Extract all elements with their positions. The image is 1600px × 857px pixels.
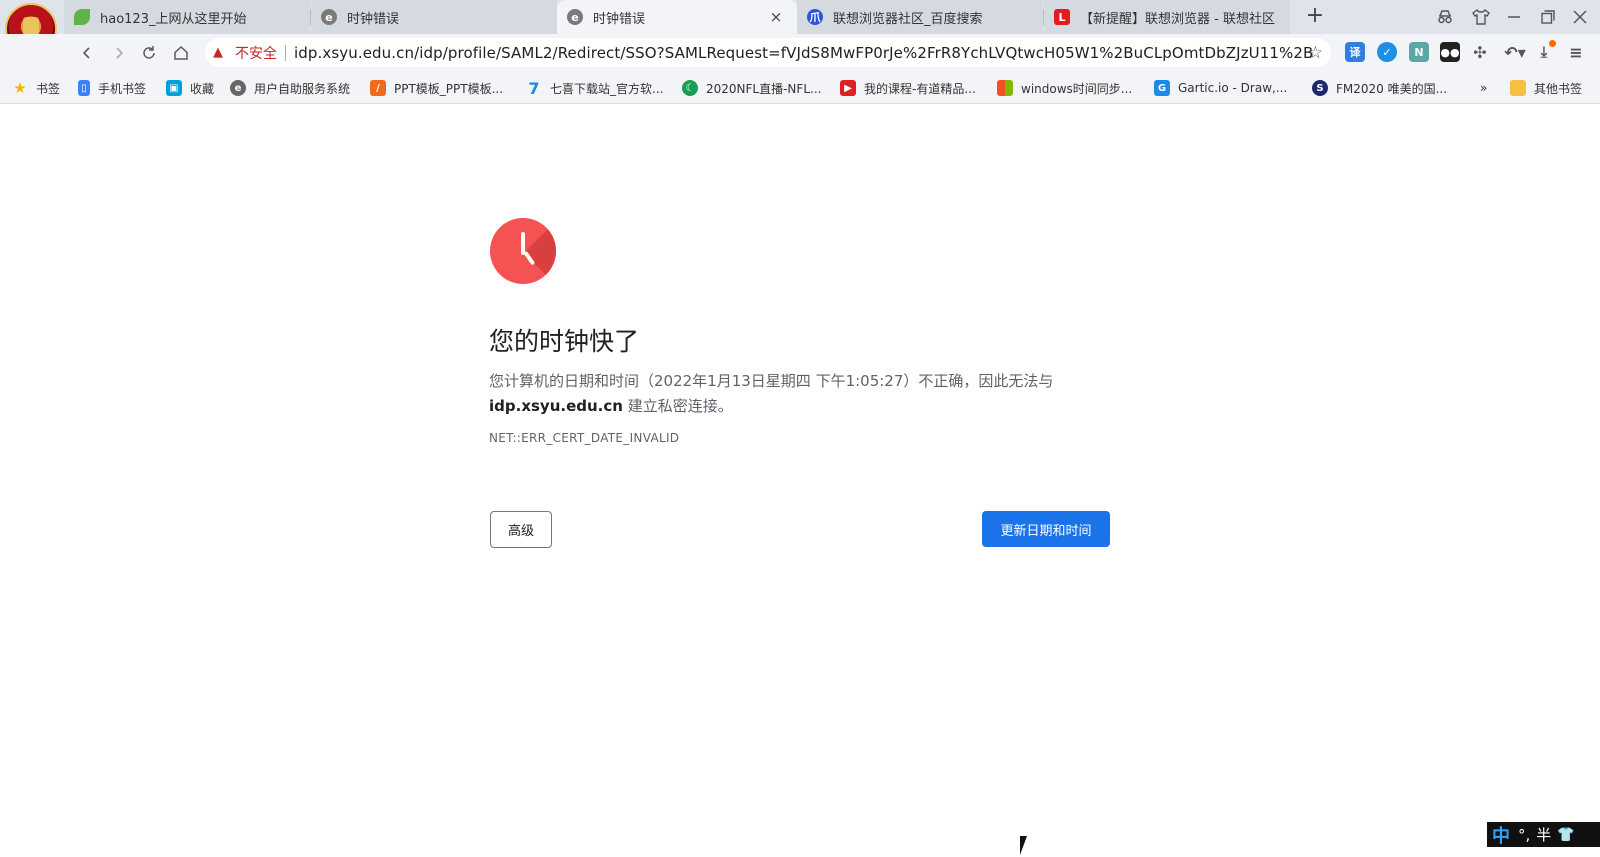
bookmark-label: 书签 <box>36 81 61 96</box>
bookmark-overflow[interactable]: » <box>1480 78 1487 98</box>
advanced-button[interactable]: 高级 <box>490 511 552 548</box>
leaf-icon <box>74 9 90 25</box>
url-text[interactable]: idp.xsyu.edu.cn/idp/profile/SAML2/Redire… <box>294 44 1314 62</box>
clock-hand <box>523 250 536 266</box>
bookmark-label: 七喜下载站_官方软... <box>550 81 664 96</box>
address-bar[interactable]: ▲ 不安全 idp.xsyu.edu.cn/idp/profile/SAML2/… <box>205 38 1331 67</box>
bookmark-item[interactable]: ​ 其他书签 <box>1510 78 1582 98</box>
minimize-icon[interactable] <box>1500 5 1528 29</box>
globe-icon: e <box>321 9 337 25</box>
shirt-icon[interactable]: 👕 <box>1557 827 1574 843</box>
omnibox-divider <box>285 44 286 61</box>
phone-icon: ▯ <box>78 80 90 96</box>
ime-status-bar[interactable]: 中 °, 半 👕 <box>1487 822 1600 847</box>
undo-icon[interactable]: ↶▾ <box>1500 42 1530 62</box>
bookmark-label: 收藏 <box>190 81 215 96</box>
eyes-extension-icon[interactable]: ●● <box>1440 42 1460 62</box>
tab-clock-error-active[interactable]: e 时钟错误 × <box>557 0 797 34</box>
bookmark-label: Gartic.io - Draw,... <box>1178 81 1288 95</box>
error-message-text: 您计算机的日期和时间（2022年1月13日星期四 下午1:05:27）不正确，因… <box>489 372 1054 390</box>
error-message-tail: 建立私密连接。 <box>622 397 733 415</box>
bookmark-item[interactable]: ▶ 我的课程-有道精品... <box>840 78 976 98</box>
seven-icon: 7 <box>528 78 540 98</box>
bookmark-label: windows时间同步... <box>1021 81 1133 96</box>
error-domain: idp.xsyu.edu.cn <box>489 397 623 415</box>
fm-icon: S <box>1312 80 1328 96</box>
tab-title: 时钟错误 <box>347 11 400 27</box>
ppt-icon: / <box>370 80 386 96</box>
tab-title: hao123_上网从这里开始 <box>100 11 247 27</box>
back-icon[interactable] <box>73 39 101 67</box>
skin-icon[interactable] <box>1467 5 1495 29</box>
insecure-label[interactable]: 不安全 <box>235 43 277 63</box>
error-code[interactable]: NET::ERR_CERT_DATE_INVALID <box>489 431 679 445</box>
navigation-toolbar: ▲ 不安全 idp.xsyu.edu.cn/idp/profile/SAML2/… <box>0 34 1600 70</box>
new-tab-button[interactable]: + <box>1303 5 1327 29</box>
nfl-icon: ☾ <box>682 80 698 96</box>
gartic-icon: G <box>1154 80 1170 96</box>
tab-title: 【新提醒】联想浏览器 - 联想社区 <box>1080 11 1275 27</box>
globe-icon: e <box>567 9 583 25</box>
translate-icon[interactable]: 译 <box>1345 42 1365 62</box>
tab-title: 联想浏览器社区_百度搜索 <box>833 11 983 27</box>
close-window-icon[interactable] <box>1566 5 1594 29</box>
n-extension-icon[interactable]: N <box>1409 42 1429 62</box>
close-tab-icon[interactable]: × <box>767 8 785 26</box>
tab-baidu-search[interactable]: 爪 联想浏览器社区_百度搜索 <box>797 0 1043 34</box>
bookmark-label: 其他书签 <box>1534 81 1583 96</box>
error-page: 您的时钟快了 您计算机的日期和时间（2022年1月13日星期四 下午1:05:2… <box>0 104 1600 857</box>
bookmark-item[interactable]: / PPT模板_PPT模板... <box>370 78 503 98</box>
error-heading: 您的时钟快了 <box>489 327 640 356</box>
tab-clock-error-1[interactable]: e 时钟错误 <box>311 0 557 34</box>
ime-width[interactable]: 半 <box>1536 824 1551 845</box>
l-icon: L <box>1054 9 1070 25</box>
bookmark-item[interactable]: ▯ 手机书签 <box>78 78 146 98</box>
tab-title: 时钟错误 <box>593 11 646 27</box>
home-icon[interactable] <box>167 39 195 67</box>
folder-icon: ​ <box>1510 80 1526 96</box>
clock-icon <box>490 218 556 284</box>
bookmark-star-icon[interactable]: ☆ <box>1308 43 1323 63</box>
mouse-cursor <box>1020 836 1027 855</box>
windows-icon <box>997 80 1013 96</box>
forward-icon[interactable] <box>105 39 133 67</box>
incognito-icon[interactable] <box>1431 5 1459 29</box>
menu-icon[interactable]: ≡ <box>1566 42 1586 62</box>
restore-icon[interactable] <box>1534 5 1562 29</box>
more-icon: » <box>1480 81 1488 95</box>
bookmark-label: 2020NFL直播-NFL... <box>706 81 822 96</box>
youdao-icon: ▶ <box>840 80 856 96</box>
tv-icon: ▣ <box>166 80 182 96</box>
bookmark-label: 用户自助服务系统 <box>254 81 351 96</box>
bookmark-item[interactable]: S FM2020 唯美的国... <box>1312 78 1447 98</box>
globe-icon: e <box>230 80 246 96</box>
bookmark-item[interactable]: G Gartic.io - Draw,... <box>1154 78 1287 98</box>
tab-strip: hao123_上网从这里开始 e 时钟错误 e 时钟错误 × 爪 联想浏览器社区… <box>0 0 1600 55</box>
bookmark-item[interactable]: windows时间同步... <box>997 78 1132 98</box>
puzzle-icon[interactable]: ✣ <box>1470 42 1490 62</box>
tab-lenovo-community[interactable]: L 【新提醒】联想浏览器 - 联想社区 <box>1044 0 1290 34</box>
star-icon: ★ <box>13 79 27 97</box>
warning-icon: ▲ <box>213 45 223 60</box>
reload-icon[interactable] <box>135 39 163 67</box>
bookmark-label: 我的课程-有道精品... <box>864 81 976 96</box>
update-datetime-button[interactable]: 更新日期和时间 <box>982 511 1110 547</box>
ime-mode[interactable]: 中 <box>1490 822 1512 848</box>
error-message: 您计算机的日期和时间（2022年1月13日星期四 下午1:05:27）不正确，因… <box>489 369 1079 419</box>
shield-extension-icon[interactable]: ✓ <box>1377 42 1397 62</box>
bookmarks-bar: ★ 书签 ▯ 手机书签 ▣ 收藏 e 用户自助服务系统 / PPT模板_PPT模… <box>0 70 1600 104</box>
bookmark-item[interactable]: ☾ 2020NFL直播-NFL... <box>682 78 821 98</box>
paw-icon: 爪 <box>807 9 823 25</box>
bookmark-item[interactable]: ▣ 收藏 <box>166 78 214 98</box>
download-icon[interactable]: ⤓ <box>1534 40 1556 62</box>
ime-punctuation[interactable]: °, <box>1518 826 1530 844</box>
bookmark-label: 手机书签 <box>98 81 147 96</box>
bookmark-item[interactable]: e 用户自助服务系统 <box>230 78 350 98</box>
bookmark-item[interactable]: 7 七喜下载站_官方软... <box>526 78 663 98</box>
tab-hao123[interactable]: hao123_上网从这里开始 <box>64 0 310 34</box>
bookmark-label: PPT模板_PPT模板... <box>394 81 504 96</box>
bookmark-item[interactable]: ★ 书签 <box>12 78 60 98</box>
browser-chrome: hao123_上网从这里开始 e 时钟错误 e 时钟错误 × 爪 联想浏览器社区… <box>0 0 1600 104</box>
bookmark-label: FM2020 唯美的国... <box>1336 81 1448 96</box>
